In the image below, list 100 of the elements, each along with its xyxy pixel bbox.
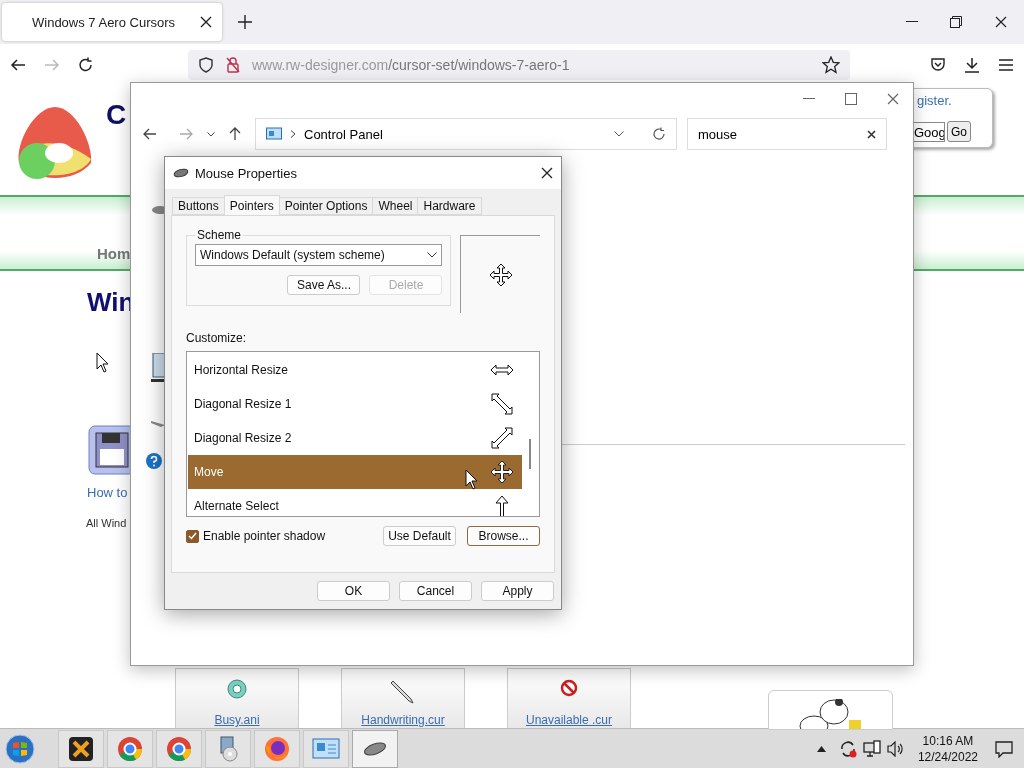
pen-cursor-icon [391,679,415,705]
back-arrow-icon [143,127,157,141]
monitor-icon [151,353,165,383]
cursor-tile[interactable]: Busy.ani [175,668,299,728]
close-icon[interactable] [200,16,212,28]
help-link[interactable]: How to [87,485,128,500]
menu-button[interactable] [998,57,1014,72]
pointer-list-item[interactable]: Move [188,455,522,489]
cursor-file-link[interactable]: Unavailable .cur [525,713,612,727]
dialog-tab[interactable]: Pointers [223,195,280,215]
cursor-tile[interactable]: Unavailable .cur [507,668,631,728]
address-bar[interactable]: www.rw-designer.com/cursor-set/windows-7-aero-1 [188,49,850,80]
scrollbar-thumb[interactable] [529,439,531,469]
pointer-name: Diagonal Resize 1 [194,397,292,411]
reload-button[interactable] [78,56,94,73]
nav-link[interactable]: Hom [97,245,131,262]
taskbar-app-button[interactable] [58,729,104,768]
lock-icon [226,56,240,73]
network-icon [862,739,881,758]
scheme-label: Scheme [196,228,243,242]
dialog-button[interactable]: OK [317,581,390,601]
pointer-name: Alternate Select [194,499,279,513]
chrome-icon [117,735,143,762]
taskbar-app-button[interactable] [254,729,300,768]
chevron-down-icon [427,252,438,258]
minimize-icon [906,21,918,23]
recent-locations-button[interactable] [207,131,215,137]
notifications-button[interactable] [992,739,1016,758]
forward-arrow-icon [44,56,60,73]
dialog-tab[interactable]: Hardware [417,197,482,215]
reload-icon [78,56,94,73]
browse-button[interactable]: Browse... [467,526,540,546]
unavailable-cursor-icon [560,679,578,697]
dialog-tab[interactable]: Buttons [172,197,225,215]
clock[interactable]: 10:16 AM 12/24/2022 [917,732,978,765]
browser-tab[interactable]: Windows 7 Aero Cursors [2,3,222,41]
search-field[interactable]: mouse [687,118,887,150]
search-text: mouse [698,126,738,142]
dialog-button[interactable]: Apply [481,581,554,601]
close-icon [887,93,899,105]
date-text: 12/24/2022 [917,748,978,765]
mouse-icon [173,168,189,178]
back-arrow-icon [10,56,26,73]
checkbox[interactable] [186,529,199,543]
dialog-button[interactable]: Cancel [399,581,472,601]
cursor-tile[interactable]: Handwriting.cur [341,668,465,728]
x-logo-icon [68,735,94,762]
pocket-button[interactable] [930,56,946,73]
close-button[interactable] [541,167,553,179]
cursor-file-link[interactable]: Handwriting.cur [361,713,445,727]
diagonal-resize-icon [490,392,514,416]
tab-title: Windows 7 Aero Cursors [32,14,176,30]
mouse-pointer-icon [96,352,110,374]
register-link[interactable]: gister. [917,93,952,108]
refresh-icon[interactable] [652,127,666,141]
pointer-name: Diagonal Resize 2 [194,431,292,445]
plus-icon [238,15,252,29]
customize-label: Customize: [186,331,248,345]
shield-icon [198,56,214,73]
taskbar-app-button[interactable] [352,729,398,768]
time-text: 10:16 AM [922,732,974,749]
maximize-icon [845,93,857,105]
move-icon [488,262,513,287]
use-default-button[interactable]: Use Default [383,526,456,546]
help-icon [146,453,162,469]
diagonal-resize-icon [490,426,514,450]
scheme-dropdown[interactable]: Windows Default (system scheme) [195,244,443,266]
checkbox-label: Enable pointer shadow [203,529,326,543]
back-button[interactable] [10,56,26,73]
download-icon [964,56,980,73]
downloads-button[interactable] [964,56,980,73]
control-panel-icon [266,127,282,141]
chrome-icon [166,735,192,762]
go-button[interactable]: Go [947,121,971,142]
breadcrumb-text: Control Panel [304,126,383,142]
maximize-button[interactable] [845,93,857,105]
dialog-title: Mouse Properties [195,165,297,181]
body-text: All Wind [86,517,127,529]
clear-icon[interactable] [867,129,876,139]
busy-cursor-icon [227,679,247,699]
start-orb-icon [5,733,35,764]
new-tab-button[interactable] [238,15,252,29]
restore-icon [950,16,962,28]
site-title: C [106,99,127,130]
minimize-icon [803,98,815,100]
dialog-tab[interactable]: Wheel [372,197,419,215]
star-icon[interactable] [822,55,840,74]
address-bar[interactable]: Control Panel [255,118,677,150]
close-icon [995,16,1007,28]
save-as-button[interactable]: Save As... [287,275,361,295]
firefox-icon [264,735,290,762]
forward-arrow-icon [179,127,193,141]
cursor-file-link[interactable]: Busy.ani [214,713,260,727]
back-button[interactable] [143,127,157,141]
up-button[interactable] [229,127,241,141]
control-panel-icon [312,736,340,761]
dialog-tab[interactable]: Pointer Options [278,197,374,215]
chevron-down-icon[interactable] [614,131,624,137]
chevron-right-icon [290,130,296,138]
up-arrow-icon [229,127,241,141]
